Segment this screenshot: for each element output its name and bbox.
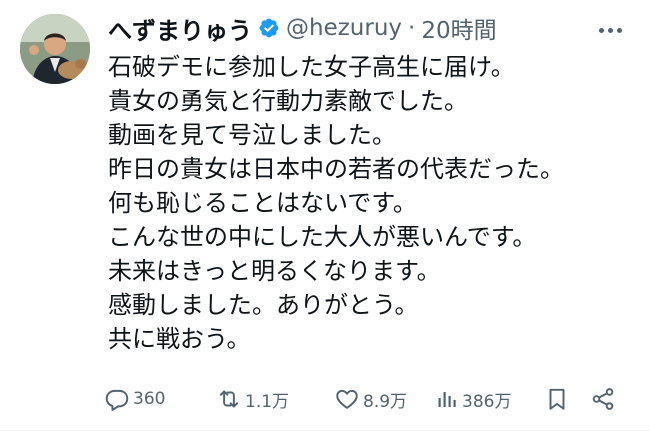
tweet-line: 何も恥じることはないです。 bbox=[108, 189, 417, 217]
user-handle[interactable]: @hezuruy bbox=[286, 15, 402, 41]
reply-icon bbox=[105, 389, 129, 411]
timestamp[interactable]: 20時間 bbox=[421, 11, 496, 45]
more-dot bbox=[598, 27, 604, 33]
tweet-line: 石破デモに参加した女子高生に届け。 bbox=[108, 53, 515, 81]
action-bar: 360 1.1万 8.9万 386万 bbox=[100, 384, 635, 414]
views-count: 386万 bbox=[462, 391, 512, 412]
retweet-icon bbox=[219, 390, 239, 408]
tweet-line: 昨日の貴女は日本中の若者の代表だった。 bbox=[108, 155, 564, 183]
tweet-line: 共に戦おう。 bbox=[108, 325, 251, 353]
more-dot bbox=[616, 27, 622, 33]
bookmark-button[interactable] bbox=[544, 384, 570, 414]
tweet-line: 未来はきっと明るくなります。 bbox=[108, 257, 441, 285]
heart-icon bbox=[336, 389, 358, 409]
divider bbox=[0, 430, 650, 431]
bookmark-icon bbox=[549, 388, 565, 410]
tweet-header: へずまりゅう @hezuruy · 20時間 bbox=[108, 11, 497, 46]
tweet-text: 石破デモに参加した女子高生に届け。 貴女の勇気と行動力素敵でした。 動画を見て号… bbox=[108, 50, 638, 356]
tweet-line: 貴女の勇気と行動力素敵でした。 bbox=[108, 87, 468, 115]
tweet-line: 感動しました。ありがとう。 bbox=[108, 291, 419, 319]
reply-button[interactable]: 360 bbox=[104, 384, 165, 414]
avatar-image bbox=[20, 14, 90, 84]
retweet-button[interactable]: 1.1万 bbox=[216, 384, 289, 414]
tweet-line: 動画を見て号泣しました。 bbox=[108, 121, 396, 149]
display-name[interactable]: へずまりゅう bbox=[108, 11, 252, 46]
retweet-count: 1.1万 bbox=[245, 391, 290, 412]
more-dot bbox=[607, 27, 613, 33]
verified-badge-icon[interactable] bbox=[258, 17, 280, 39]
tweet[interactable]: へずまりゅう @hezuruy · 20時間 石破デモに参加した女子高生に届け。… bbox=[0, 0, 650, 434]
views-icon bbox=[438, 392, 456, 407]
more-options-icon[interactable] bbox=[590, 18, 630, 42]
reply-count: 360 bbox=[133, 389, 166, 409]
like-button[interactable]: 8.9万 bbox=[334, 384, 407, 414]
avatar[interactable] bbox=[20, 14, 90, 84]
like-count: 8.9万 bbox=[363, 391, 408, 412]
tweet-line: こんな世の中にした大人が悪いんです。 bbox=[108, 223, 537, 251]
share-icon bbox=[592, 388, 614, 410]
share-button[interactable] bbox=[590, 384, 616, 414]
separator-dot: · bbox=[408, 15, 416, 41]
views-button[interactable]: 386万 bbox=[435, 384, 511, 414]
